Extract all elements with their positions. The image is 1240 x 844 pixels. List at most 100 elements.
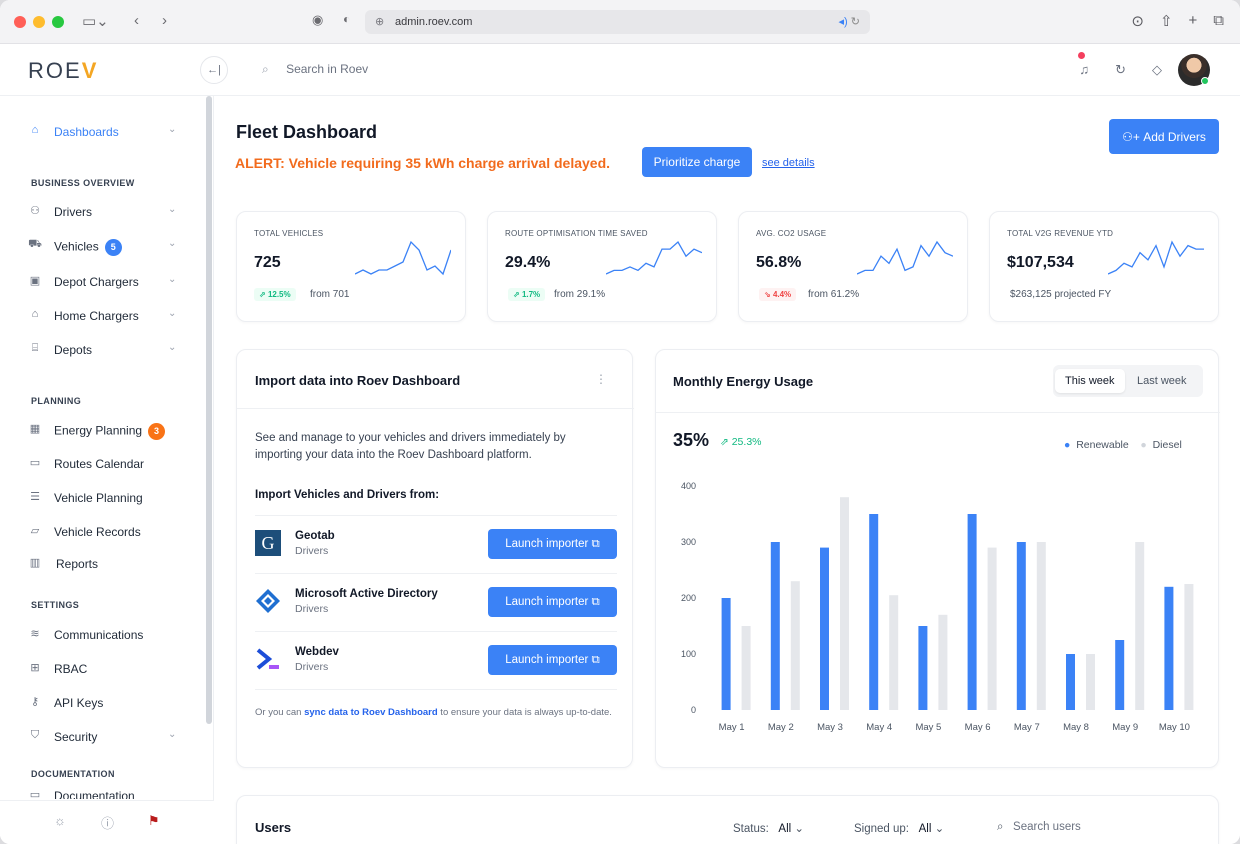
bar-diesel — [889, 595, 899, 710]
sidebar-item-rbac[interactable]: ⊞ RBAC — [0, 658, 200, 680]
audio-reload-icons[interactable]: ◂) ↻ — [839, 10, 860, 34]
header-actions: ♫ ↻ ◇ — [1079, 62, 1162, 78]
address-bar[interactable]: ⊕ admin.roev.com ◂) ↻ — [365, 10, 870, 34]
zoom-window-button[interactable] — [52, 16, 64, 28]
app-header: ROEV ←| ⌕ Search in Roev ♫ ↻ ◇ — [0, 44, 1240, 96]
status-filter[interactable]: Status: All ⌄ — [733, 821, 804, 835]
sidebar-item-home-chargers[interactable]: ⌂ Home Chargers ⌄ — [0, 305, 200, 327]
roev-logo[interactable]: ROEV — [28, 58, 98, 84]
energy-change: ⇗ 25.3% — [720, 436, 762, 448]
sidebar-item-reports[interactable]: ▥ Reports — [0, 553, 200, 575]
monthly-energy-card: Monthly Energy Usage This week Last week… — [655, 349, 1220, 768]
extension-icon[interactable]: ◉ — [312, 12, 323, 28]
bar-renewable — [820, 547, 829, 710]
sidebar-item-label: Communications — [54, 628, 144, 642]
shield-icon[interactable]: ◐ — [343, 12, 350, 26]
bar-diesel — [987, 547, 997, 710]
sidebar-item-routes-calendar[interactable]: ▭ Routes Calendar — [0, 453, 200, 475]
sidebar-item-vehicle-records[interactable]: ▱ Vehicle Records — [0, 521, 200, 543]
see-details-link[interactable]: see details — [762, 157, 815, 169]
close-window-button[interactable] — [14, 16, 26, 28]
chevron-down-icon: ⌄ — [934, 823, 945, 835]
folder-icon: ▱ — [30, 525, 40, 537]
prioritize-charge-button[interactable]: Prioritize charge — [642, 147, 752, 177]
share-icon[interactable]: ⇧ — [1160, 12, 1173, 30]
sidebar-item-dashboards[interactable]: ⌂ Dashboards ⌄ — [0, 121, 200, 143]
minimize-window-button[interactable] — [33, 16, 45, 28]
kpi-value: $107,534 — [1007, 254, 1074, 271]
calendar-icon: ▭ — [29, 457, 41, 469]
signed-up-filter[interactable]: Signed up: All ⌄ — [854, 821, 944, 835]
home-icon: ⌂ — [31, 124, 39, 136]
forward-icon[interactable]: › — [162, 12, 167, 29]
refresh-icon[interactable]: ↻ — [1115, 62, 1126, 78]
sidebar-item-vehicles[interactable]: ⛟ Vehicles 5 ⌄ — [0, 235, 200, 257]
section-planning: PLANNING — [31, 396, 82, 406]
active-directory-logo-icon — [256, 589, 280, 613]
tab-this-week[interactable]: This week — [1055, 369, 1125, 393]
card-title: Users — [255, 820, 292, 835]
sidebar-item-security[interactable]: ⛉ Security ⌄ — [0, 726, 200, 748]
charger-icon: ▣ — [29, 275, 41, 287]
sidebar-item-label: Drivers — [54, 205, 92, 219]
sidebar-item-documentation[interactable]: ▭ Documentation — [0, 785, 200, 799]
source-kind: Drivers — [295, 661, 329, 673]
bar-diesel — [1036, 542, 1046, 710]
sync-data-link[interactable]: sync data to Roev Dashboard — [304, 707, 438, 718]
sidebar-item-depots[interactable]: ⌸ Depots ⌄ — [0, 339, 200, 361]
sidebar-item-depot-chargers[interactable]: ▣ Depot Chargers ⌄ — [0, 271, 200, 293]
sidebar-item-label: Energy Planning 3 — [54, 423, 166, 440]
online-status-dot — [1201, 77, 1209, 85]
bar-diesel — [1184, 584, 1194, 710]
sidebar-item-vehicle-planning[interactable]: ☰ Vehicle Planning — [0, 487, 200, 509]
sidebar-item-energy-planning[interactable]: ▦ Energy Planning 3 — [0, 419, 200, 441]
diamond-icon[interactable]: ◇ — [1152, 62, 1162, 78]
sidebar-item-communications[interactable]: ≋ Communications — [0, 624, 200, 646]
kpi-from: $263,125 projected FY — [1010, 289, 1112, 300]
x-tick-label: May 9 — [1112, 722, 1138, 733]
sidebar-item-label: Security — [54, 730, 98, 744]
url-text: admin.roev.com — [395, 16, 473, 28]
list-icon: ☰ — [30, 491, 40, 503]
building-icon: ⌸ — [31, 342, 39, 354]
tab-last-week[interactable]: Last week — [1127, 369, 1197, 393]
tabs-overview-icon[interactable]: ⧉ — [1213, 12, 1224, 30]
back-icon[interactable]: ‹ — [134, 12, 139, 29]
kpi-from: from 29.1% — [554, 289, 606, 300]
sun-icon[interactable]: ☼ — [54, 813, 66, 828]
more-options-icon[interactable]: ⋮ — [595, 372, 607, 386]
download-icon[interactable]: ⊙ — [1131, 12, 1144, 30]
sidebar-footer: ☼ ⓘ ⚑ — [0, 800, 214, 844]
bar-renewable — [721, 598, 731, 710]
sparkline-path — [355, 240, 451, 276]
x-tick-label: May 2 — [768, 722, 794, 733]
bell-icon[interactable]: ♫ — [1079, 62, 1089, 78]
search-icon: ⌕ — [262, 62, 269, 76]
global-search[interactable]: ⌕ Search in Roev — [262, 62, 368, 77]
us-flag-icon[interactable]: ⚑ — [148, 813, 160, 829]
info-icon[interactable]: ⓘ — [101, 813, 114, 832]
source-name: Microsoft Active Directory — [295, 588, 438, 600]
sidebar-scrollbar[interactable] — [206, 96, 212, 724]
kpi-title: AVG. CO2 USAGE — [756, 229, 827, 238]
external-link-icon: ⧉ — [591, 654, 600, 666]
bar-renewable — [869, 514, 879, 710]
sidebar-item-api-keys[interactable]: ⚷ API Keys — [0, 692, 200, 714]
sidebar-toggle-icon[interactable]: ▭⌄ — [82, 12, 109, 30]
kpi-value: 725 — [254, 254, 281, 271]
sidebar-item-drivers[interactable]: ⚇ Drivers ⌄ — [0, 201, 200, 223]
launch-importer-button[interactable]: Launch importer ⧉ — [488, 645, 617, 675]
kpi-sparkline — [606, 240, 702, 275]
add-drivers-button[interactable]: ⚇+ Add Drivers — [1109, 119, 1219, 154]
users-search[interactable]: ⌕ Search users — [997, 821, 1081, 834]
bar-renewable — [1066, 654, 1075, 710]
chevron-down-icon: ⌄ — [168, 124, 177, 135]
search-input[interactable]: Search in Roev — [286, 62, 368, 76]
launch-importer-button[interactable]: Launch importer ⧉ — [488, 587, 617, 617]
launch-importer-button[interactable]: Launch importer ⧉ — [488, 529, 617, 559]
search-users-input[interactable]: Search users — [1013, 821, 1081, 833]
collapse-sidebar-button[interactable]: ←| — [200, 56, 228, 84]
new-tab-icon[interactable]: + — [1189, 12, 1198, 30]
kpi-change-badge: ⇘ 4.4% — [759, 288, 797, 301]
bar-chart-icon: ▥ — [29, 557, 41, 569]
